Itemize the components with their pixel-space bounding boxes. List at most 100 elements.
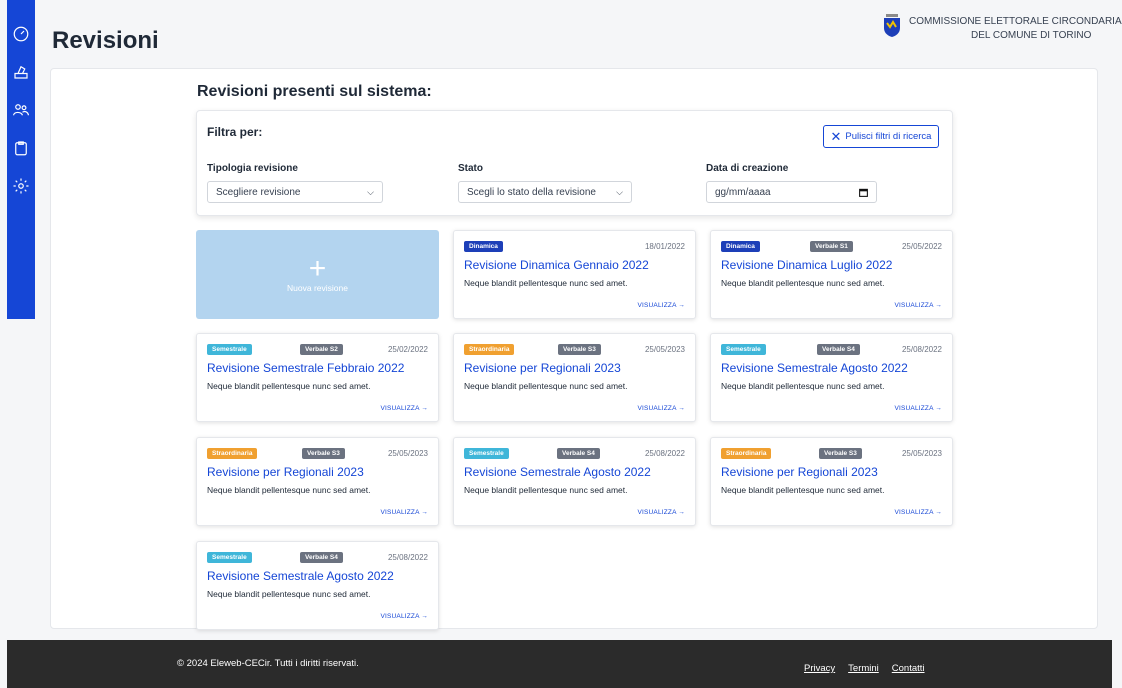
card-title[interactable]: Revisione per Regionali 2023 — [721, 465, 878, 479]
view-link[interactable]: VISUALIZZA → — [637, 405, 685, 412]
clear-filters-button[interactable]: ✕ Pulisci filtri di ricerca — [823, 125, 939, 148]
section-title: Revisioni presenti sul sistema: — [197, 83, 432, 100]
card-description: Neque blandit pellentesque nunc sed amet… — [464, 278, 628, 288]
new-revision-card[interactable]: + Nuova revisione — [196, 230, 439, 319]
new-revision-label: Nuova revisione — [287, 282, 348, 293]
clear-filters-label: Pulisci filtri di ricerca — [845, 131, 932, 142]
card-title[interactable]: Revisione Semestrale Agosto 2022 — [207, 569, 394, 583]
calendar-icon — [859, 188, 868, 197]
card-title[interactable]: Revisione per Regionali 2023 — [207, 465, 364, 479]
stato-value: Scegli lo stato della revisione — [467, 186, 596, 198]
view-link[interactable]: VISUALIZZA → — [894, 302, 942, 309]
card-date: 25/05/2022 — [901, 242, 942, 251]
verbale-badge: Verbale S4 — [817, 344, 860, 355]
view-link[interactable]: VISUALIZZA → — [637, 509, 685, 516]
verbale-badge: Verbale S4 — [557, 448, 600, 459]
type-badge: Straordinaria — [464, 344, 515, 355]
dashboard-icon[interactable] — [11, 24, 31, 44]
org-name-line2: DEL COMUNE DI TORINO — [971, 30, 1092, 41]
main-panel: Revisioni presenti sul sistema: Filtra p… — [50, 68, 1098, 630]
type-badge: Straordinaria — [721, 448, 772, 459]
verbale-badge: Verbale S3 — [302, 448, 345, 459]
type-badge: Straordinaria — [207, 448, 258, 459]
verbale-badge: Verbale S4 — [300, 552, 343, 563]
stato-label: Stato — [458, 163, 483, 174]
verbale-badge: Verbale S3 — [558, 344, 601, 355]
footer: © 2024 Eleweb-CECir. Tutti i diritti ris… — [7, 640, 1112, 688]
revision-card[interactable]: Straordinaria Verbale S3 25/05/2023 Revi… — [710, 437, 953, 526]
type-badge: Semestrale — [207, 344, 252, 355]
card-description: Neque blandit pellentesque nunc sed amet… — [464, 381, 628, 391]
card-date: 25/05/2023 — [644, 345, 685, 354]
card-date: 25/05/2023 — [901, 449, 942, 458]
card-description: Neque blandit pellentesque nunc sed amet… — [207, 485, 371, 495]
stato-select[interactable]: Scegli lo stato della revisione ⌵ — [458, 181, 632, 203]
view-link[interactable]: VISUALIZZA → — [380, 613, 428, 620]
date-placeholder: gg/mm/aaaa — [715, 186, 771, 198]
revision-card[interactable]: Dinamica Verbale S1 25/05/2022 Revisione… — [710, 230, 953, 319]
type-badge: Dinamica — [464, 241, 503, 252]
view-link[interactable]: VISUALIZZA → — [380, 405, 428, 412]
filter-panel: Filtra per: ✕ Pulisci filtri di ricerca … — [196, 110, 953, 216]
card-title[interactable]: Revisione Dinamica Luglio 2022 — [721, 258, 892, 272]
chevron-down-icon: ⌵ — [367, 186, 374, 197]
card-description: Neque blandit pellentesque nunc sed amet… — [207, 381, 371, 391]
card-description: Neque blandit pellentesque nunc sed amet… — [207, 589, 371, 599]
revision-card[interactable]: Straordinaria Verbale S3 25/05/2023 Revi… — [453, 333, 696, 422]
card-date: 25/08/2022 — [901, 345, 942, 354]
type-badge: Semestrale — [721, 344, 766, 355]
users-icon[interactable] — [11, 100, 31, 120]
revision-card[interactable]: Semestrale Verbale S4 25/08/2022 Revisio… — [710, 333, 953, 422]
footer-links: Privacy Termini Contatti — [804, 663, 925, 674]
terms-link[interactable]: Termini — [848, 663, 879, 674]
copyright-text: © 2024 Eleweb-CECir. Tutti i diritti ris… — [177, 658, 359, 669]
revision-card[interactable]: Dinamica 18/01/2022 Revisione Dinamica G… — [453, 230, 696, 319]
tipologia-select[interactable]: Scegliere revisione ⌵ — [207, 181, 383, 203]
page-title: Revisioni — [52, 27, 159, 54]
card-description: Neque blandit pellentesque nunc sed amet… — [464, 485, 628, 495]
revision-card[interactable]: Semestrale Verbale S4 25/08/2022 Revisio… — [196, 541, 439, 630]
ballot-box-icon[interactable] — [11, 62, 31, 82]
revision-card[interactable]: Semestrale Verbale S2 25/02/2022 Revisio… — [196, 333, 439, 422]
gear-icon[interactable] — [11, 176, 31, 196]
view-link[interactable]: VISUALIZZA → — [894, 405, 942, 412]
card-date: 25/05/2023 — [387, 449, 428, 458]
card-title[interactable]: Revisione Semestrale Agosto 2022 — [464, 465, 651, 479]
verbale-badge: Verbale S3 — [819, 448, 862, 459]
type-badge: Semestrale — [207, 552, 252, 563]
view-link[interactable]: VISUALIZZA → — [637, 302, 685, 309]
card-description: Neque blandit pellentesque nunc sed amet… — [721, 485, 885, 495]
card-date: 25/08/2022 — [387, 553, 428, 562]
city-crest-icon — [884, 14, 900, 37]
card-date: 25/08/2022 — [644, 449, 685, 458]
card-description: Neque blandit pellentesque nunc sed amet… — [721, 278, 885, 288]
card-description: Neque blandit pellentesque nunc sed amet… — [721, 381, 885, 391]
contacts-link[interactable]: Contatti — [892, 663, 925, 674]
chevron-down-icon: ⌵ — [616, 186, 623, 197]
type-badge: Semestrale — [464, 448, 509, 459]
card-date: 25/02/2022 — [387, 345, 428, 354]
close-icon: ✕ — [830, 129, 842, 144]
revision-card[interactable]: Straordinaria Verbale S3 25/05/2023 Revi… — [196, 437, 439, 526]
filter-title: Filtra per: — [207, 125, 263, 139]
view-link[interactable]: VISUALIZZA → — [894, 509, 942, 516]
plus-icon: + — [308, 251, 327, 285]
card-title[interactable]: Revisione Semestrale Febbraio 2022 — [207, 361, 404, 375]
type-badge: Dinamica — [721, 241, 760, 252]
data-creazione-input[interactable]: gg/mm/aaaa — [706, 181, 877, 203]
card-title[interactable]: Revisione Dinamica Gennaio 2022 — [464, 258, 649, 272]
data-creazione-label: Data di creazione — [706, 163, 789, 174]
org-name-line1: COMMISSIONE ELETTORALE CIRCONDARIALE — [909, 16, 1122, 27]
tipologia-value: Scegliere revisione — [216, 186, 301, 198]
view-link[interactable]: VISUALIZZA → — [380, 509, 428, 516]
privacy-link[interactable]: Privacy — [804, 663, 835, 674]
card-date: 18/01/2022 — [644, 242, 685, 251]
card-title[interactable]: Revisione Semestrale Agosto 2022 — [721, 361, 908, 375]
verbale-badge: Verbale S2 — [300, 344, 343, 355]
sidebar — [7, 0, 35, 319]
tipologia-label: Tipologia revisione — [207, 163, 298, 174]
card-title[interactable]: Revisione per Regionali 2023 — [464, 361, 621, 375]
clipboard-icon[interactable] — [11, 138, 31, 158]
organization-header: COMMISSIONE ELETTORALE CIRCONDARIALE DEL… — [882, 14, 1122, 48]
revision-card[interactable]: Semestrale Verbale S4 25/08/2022 Revisio… — [453, 437, 696, 526]
